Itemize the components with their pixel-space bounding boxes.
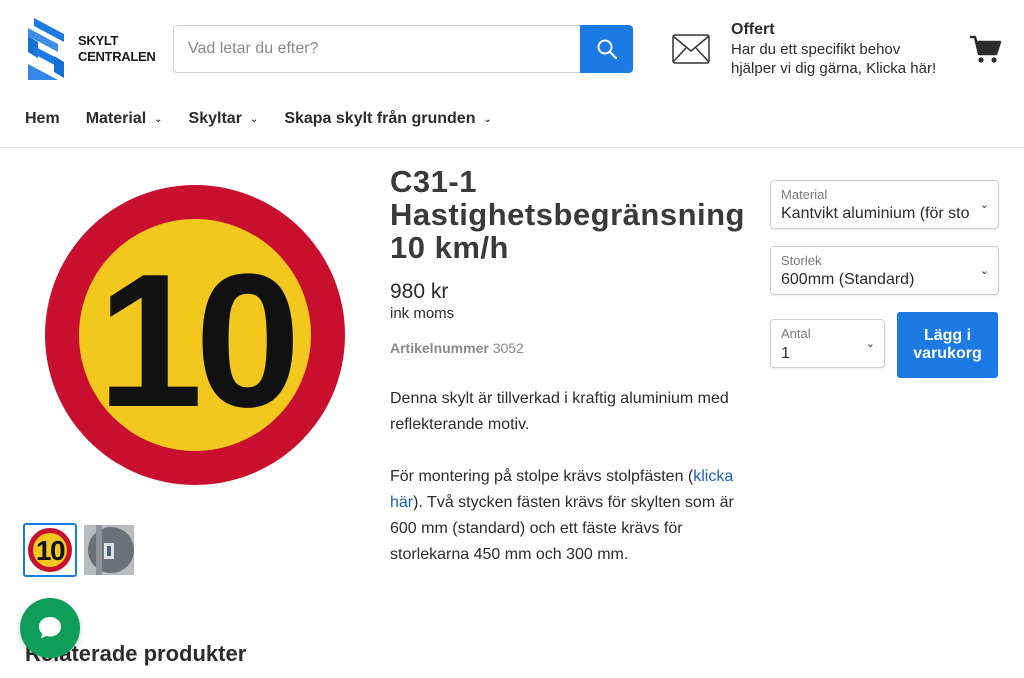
quantity-label: Antal [781, 326, 811, 341]
logo-text: SKYLT CENTRALEN [78, 33, 156, 65]
thumbnail-sign[interactable]: 10 [23, 523, 77, 577]
nav-item-label: Hem [25, 110, 60, 127]
site-header: SKYLT CENTRALEN Offert Har du ett specif… [0, 0, 1024, 148]
nav-item-skyltar[interactable]: Skyltar ⌄ [189, 110, 259, 128]
add-to-cart-button[interactable]: Lägg i varukorg [897, 312, 998, 378]
material-value: Kantvikt aluminium (för sto [781, 205, 970, 222]
sku-label: Artikelnummer [390, 340, 489, 356]
size-value: 600mm (Standard) [781, 271, 915, 288]
search-input[interactable] [173, 25, 580, 73]
logo-line1: SKYLT [78, 33, 119, 48]
logo-line2: CENTRALEN [78, 49, 156, 64]
chevron-down-icon: ⌄ [249, 113, 259, 125]
search-icon [597, 39, 617, 59]
product-main-image[interactable]: 10 [44, 184, 346, 486]
mounting-text-before: För montering på stolpe krävs stolpfäste… [390, 468, 694, 485]
logo-mark-icon [28, 18, 64, 80]
chat-icon [39, 617, 61, 639]
chevron-down-icon: ⌄ [865, 338, 875, 350]
chat-button[interactable] [20, 598, 80, 658]
mounting-text-after: ). Två stycken fästen krävs för skylten … [390, 494, 734, 563]
size-label: Storlek [781, 253, 822, 268]
sign-number: 10 [97, 235, 293, 447]
nav-item-skapa-skylt[interactable]: Skapa skylt från grunden ⌄ [284, 110, 492, 128]
nav-item-hem[interactable]: Hem [25, 110, 60, 128]
nav-item-material[interactable]: Material ⌄ [86, 110, 163, 128]
chevron-down-icon: ⌄ [483, 113, 492, 125]
nav-item-label: Material [85, 110, 147, 127]
material-label: Material [781, 187, 828, 202]
chevron-down-icon: ⌄ [154, 113, 163, 125]
size-select[interactable]: Storlek 600mm (Standard) ⌄ [770, 246, 999, 295]
quantity-select[interactable]: Antal 1 ⌄ [770, 319, 885, 368]
sku: Artikelnummer 3052 [390, 340, 524, 356]
cart-icon[interactable] [968, 33, 1002, 65]
thumbnail-mounting-photo[interactable] [82, 523, 136, 577]
site-logo[interactable]: SKYLT CENTRALEN [26, 18, 156, 80]
product-description: Denna skylt är tillverkad i kraftig alum… [390, 390, 729, 433]
chevron-down-icon: ⌄ [979, 265, 989, 277]
quantity-value: 1 [781, 345, 790, 362]
mounting-info: För montering på stolpe krävs stolpfäste… [390, 464, 735, 568]
offer-description: Har du ett specifikt behov hjälper vi di… [731, 41, 937, 77]
envelope-icon [672, 34, 712, 80]
product-title: C31-1 Hastighetsbegränsning 10 km/h [390, 164, 745, 265]
offer-title: Offert [731, 21, 775, 38]
sku-value: 3052 [492, 340, 524, 356]
chevron-down-icon: ⌄ [979, 199, 989, 211]
product-price: 980 kr [390, 280, 449, 303]
nav-item-label: Skapa skylt från grunden [284, 110, 476, 127]
search-bar [173, 25, 633, 73]
thumbnail-sign-number: 10 [36, 535, 65, 566]
search-button[interactable] [580, 25, 633, 73]
material-select[interactable]: Material Kantvikt aluminium (för sto ⌄ [770, 180, 999, 229]
nav-item-label: Skyltar [188, 110, 242, 127]
main-nav: Hem Material ⌄ Skyltar ⌄ Skapa skylt frå… [25, 104, 518, 134]
offer-link[interactable]: Offert Har du ett specifikt behov hjälpe… [672, 20, 962, 80]
price-note: ink moms [390, 305, 455, 322]
